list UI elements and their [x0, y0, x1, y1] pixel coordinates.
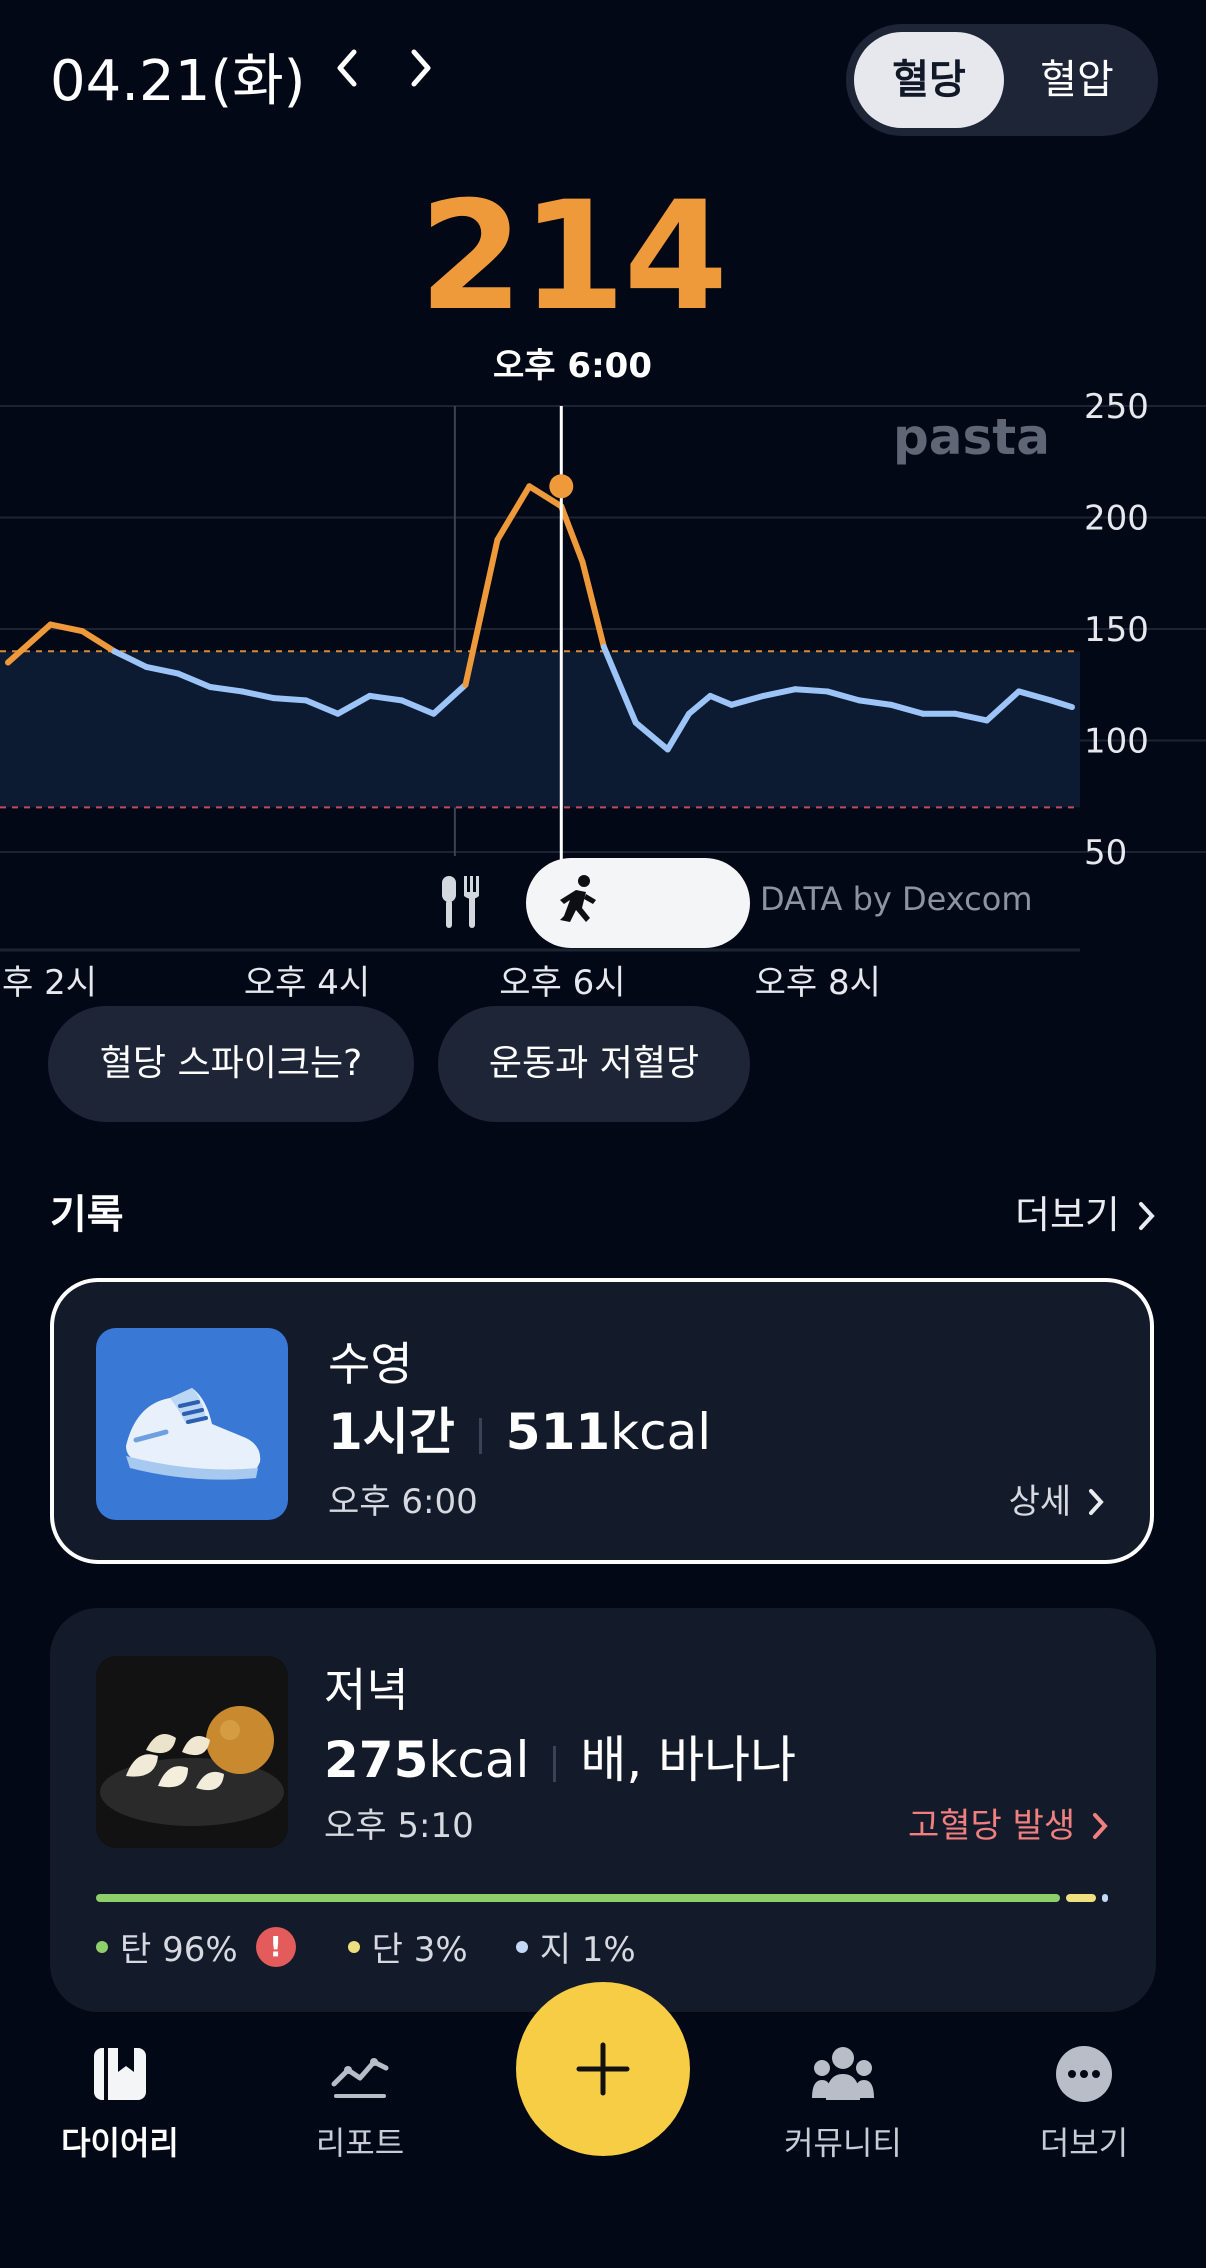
protein-label: 단 3%: [371, 1930, 468, 1970]
kcal-value: 511: [505, 1403, 611, 1461]
divider: [553, 1745, 557, 1782]
glucose-line-segment: [558, 503, 586, 566]
metric-segmented-control: 혈당 혈압: [846, 24, 1158, 136]
next-day-chevron-icon[interactable]: [392, 40, 448, 96]
nav-more[interactable]: 더보기: [984, 2118, 1184, 2164]
detail-link[interactable]: 상세: [1009, 1474, 1106, 1523]
y-tick-label: 200: [1084, 499, 1149, 539]
chevron-right-icon: [1093, 1813, 1108, 1839]
add-record-button[interactable]: [516, 1982, 690, 2156]
chip-exercise-hypoglycemia[interactable]: 운동과 저혈당: [438, 1006, 750, 1122]
macro-segment: [1101, 1894, 1109, 1902]
segment-blood-pressure[interactable]: 혈압: [1004, 24, 1150, 136]
segment-blood-sugar[interactable]: 혈당: [854, 24, 1004, 136]
glucose-value: 214: [418, 170, 728, 344]
exercise-marker[interactable]: [526, 858, 750, 948]
record-card-exercise[interactable]: 수영 1시간 511kcal 오후 6:00 상세: [50, 1278, 1154, 1564]
community-people-icon[interactable]: [810, 2042, 876, 2104]
macro-segment: [1065, 1894, 1096, 1902]
chevron-right-icon: [1089, 1489, 1104, 1515]
record-card-meal[interactable]: 저녁 275kcal 배, 바나나 오후 5:10 고혈당 발생 탄 96% ! …: [50, 1608, 1156, 2012]
protein-dot: [347, 1940, 360, 1953]
fat-dot: [515, 1940, 528, 1953]
kcal-value: 275: [324, 1731, 429, 1789]
x-tick-label: 후 2시: [2, 963, 97, 1003]
records-more-label: 더보기: [1015, 1193, 1120, 1237]
report-chart-icon[interactable]: [328, 2044, 392, 2104]
exercise-duration: 1시간: [328, 1403, 455, 1461]
x-tick-label: 오후 8시: [755, 963, 881, 1003]
chip-glucose-spike[interactable]: 혈당 스파이크는?: [48, 1006, 414, 1122]
carb-dot: [96, 1940, 108, 1953]
warning-icon[interactable]: !: [255, 1926, 296, 1967]
divider: [478, 1417, 482, 1454]
plus-icon: [576, 2042, 630, 2096]
glucose-line-segment: [579, 559, 607, 650]
glucose-line-segment: [271, 695, 309, 704]
detail-label: 상세: [1008, 1482, 1072, 1522]
record-title: 저녁: [324, 1663, 409, 1717]
macro-legend: 탄 96% ! 단 3% 지 1%: [96, 1922, 636, 1971]
glucose-line-segment: [494, 483, 533, 543]
nav-report[interactable]: 리포트: [260, 2118, 460, 2164]
carb-label: 탄 96%: [120, 1930, 238, 1970]
data-source-label: DATA by Dexcom: [760, 880, 1033, 918]
meal-fork-knife-icon[interactable]: [434, 872, 490, 932]
alert-label: 고혈당 발생: [907, 1806, 1076, 1846]
nav-community[interactable]: 커뮤니티: [743, 2118, 943, 2164]
date-label: 04.21(화): [50, 49, 306, 114]
kcal-unit: kcal: [610, 1403, 712, 1461]
y-tick-label: 100: [1084, 722, 1149, 762]
chart-watermark: pasta: [893, 408, 1050, 466]
nav-diary[interactable]: 다이어리: [20, 2118, 220, 2164]
more-dots-icon[interactable]: [1054, 2044, 1114, 2104]
kcal-unit: kcal: [428, 1731, 530, 1789]
y-tick-label: 150: [1084, 610, 1149, 650]
record-time: 오후 6:00: [328, 1482, 478, 1522]
prev-day-chevron-icon[interactable]: [320, 40, 376, 96]
y-tick-label: 50: [1084, 833, 1127, 873]
running-person-icon: [560, 875, 596, 922]
running-shoe-icon: [126, 1388, 261, 1480]
glucose-line-segment: [47, 621, 86, 635]
y-tick-label: 250: [1084, 387, 1149, 427]
meal-photo: [96, 1656, 288, 1848]
x-tick-label: 오후 4시: [244, 963, 370, 1003]
chevron-right-icon: [1139, 1202, 1155, 1230]
x-tick-label: 오후 6시: [499, 963, 625, 1003]
pear-plate-image: [96, 1656, 288, 1848]
exercise-thumbnail: [96, 1328, 288, 1520]
fat-label: 지 1%: [539, 1930, 636, 1970]
food-names: 배, 바나나: [580, 1731, 797, 1789]
glucose-line-segment: [79, 628, 118, 655]
record-summary: 1시간 511kcal: [328, 1392, 711, 1464]
records-title: 기록: [50, 1192, 124, 1238]
macro-ratio-bar: [96, 1894, 1109, 1902]
target-range-band: [0, 651, 1080, 808]
record-title: 수영: [328, 1337, 413, 1391]
record-summary: 275kcal 배, 바나나: [324, 1720, 796, 1792]
diary-book-icon[interactable]: [90, 2044, 150, 2104]
macro-segment: [96, 1894, 1060, 1902]
selected-point: [549, 474, 574, 499]
records-more-link[interactable]: 더보기: [1015, 1184, 1158, 1239]
glucose-line-segment: [792, 686, 831, 695]
record-time: 오후 5:10: [324, 1806, 474, 1846]
high-glucose-alert-link[interactable]: 고혈당 발생: [908, 1798, 1110, 1847]
